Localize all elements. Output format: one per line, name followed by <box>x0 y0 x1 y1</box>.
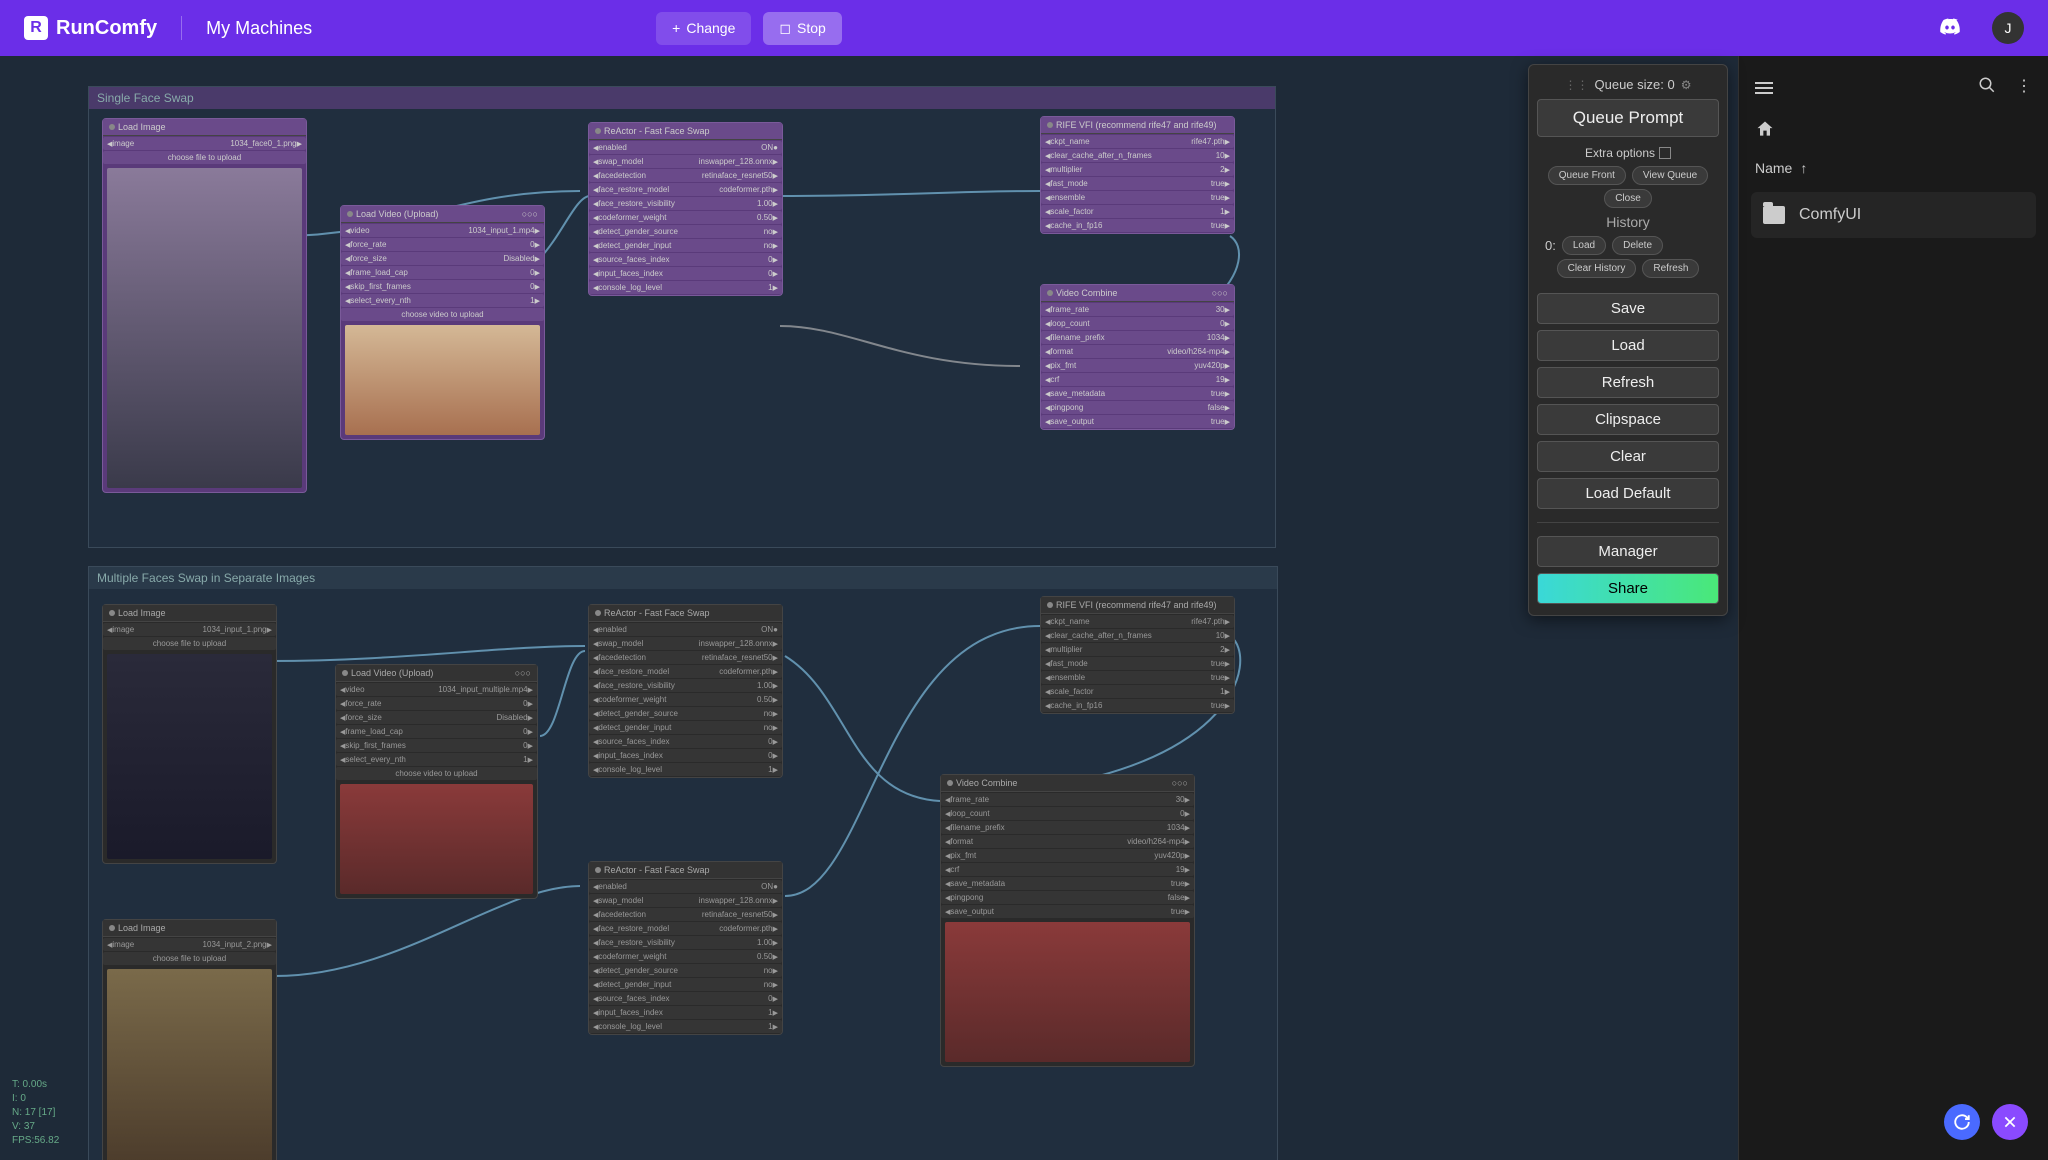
nav-my-machines[interactable]: My Machines <box>206 18 312 39</box>
folder-label: ComfyUI <box>1799 206 1861 224</box>
name-header[interactable]: Name↑ <box>1755 160 2032 176</box>
checkbox-icon[interactable] <box>1659 147 1671 159</box>
user-avatar[interactable]: J <box>1992 12 2024 44</box>
logo[interactable]: R RunComfy <box>24 16 157 40</box>
group-title: Single Face Swap <box>89 87 1275 109</box>
history-delete-button[interactable]: Delete <box>1612 236 1663 255</box>
node-load-image-2[interactable]: Load Image ◀image1034_input_1.png▶ choos… <box>102 604 277 864</box>
refresh-button[interactable]: Refresh <box>1537 367 1719 398</box>
menu-icon[interactable] <box>1755 82 1773 94</box>
plus-icon: + <box>672 20 680 36</box>
stop-icon: ◻ <box>779 20 791 37</box>
node-rife-2[interactable]: RIFE VFI (recommend rife47 and rife49) ◀… <box>1040 596 1235 714</box>
folder-item-comfyui[interactable]: ComfyUI <box>1751 192 2036 238</box>
node-canvas[interactable]: Single Face Swap Load Image ◀image1034_f… <box>0 56 1738 1160</box>
history-index: 0: <box>1545 238 1556 253</box>
sync-button[interactable] <box>1944 1104 1980 1140</box>
divider <box>181 16 182 40</box>
history-label: History <box>1537 214 1719 230</box>
node-load-image-3[interactable]: Load Image ◀image1034_input_2.png▶ choos… <box>102 919 277 1160</box>
node-video-combine-2[interactable]: Video Combine○○○ ◀frame_rate30▶ ◀loop_co… <box>940 774 1195 1067</box>
brand-name: RunComfy <box>56 17 157 40</box>
discord-icon[interactable] <box>1936 16 1964 40</box>
queue-front-button[interactable]: Queue Front <box>1548 166 1626 185</box>
node-video-combine-1[interactable]: Video Combine○○○ ◀frame_rate30▶ ◀loop_co… <box>1040 284 1235 430</box>
clipspace-button[interactable]: Clipspace <box>1537 404 1719 435</box>
change-button[interactable]: +Change <box>656 12 751 45</box>
group-title: Multiple Faces Swap in Separate Images <box>89 567 1277 589</box>
top-bar: R RunComfy My Machines +Change ◻Stop J <box>0 0 2048 56</box>
clear-history-button[interactable]: Clear History <box>1557 259 1637 278</box>
history-load-button[interactable]: Load <box>1562 236 1606 255</box>
control-panel[interactable]: ⋮⋮ Queue size: 0 ⚙ Queue Prompt Extra op… <box>1528 64 1728 616</box>
view-queue-button[interactable]: View Queue <box>1632 166 1708 185</box>
file-sidebar: ⋮ Name↑ ComfyUI <box>1738 56 2048 1160</box>
queue-prompt-button[interactable]: Queue Prompt <box>1537 99 1719 137</box>
load-button[interactable]: Load <box>1537 330 1719 361</box>
close-button[interactable]: Close <box>1604 189 1652 208</box>
logo-icon: R <box>24 16 48 40</box>
more-icon[interactable]: ⋮ <box>2016 76 2032 99</box>
home-icon[interactable] <box>1755 119 2032 144</box>
close-fab-button[interactable] <box>1992 1104 2028 1140</box>
node-reactor-2[interactable]: ReActor - Fast Face Swap ◀enabledON● ◀sw… <box>588 604 783 778</box>
manager-button[interactable]: Manager <box>1537 536 1719 567</box>
search-icon[interactable] <box>1978 76 1996 99</box>
node-reactor-1[interactable]: ReActor - Fast Face Swap ◀enabledON● ◀sw… <box>588 122 783 296</box>
save-button[interactable]: Save <box>1537 293 1719 324</box>
node-load-video-1[interactable]: Load Video (Upload)○○○ ◀video1034_input_… <box>340 205 545 440</box>
canvas-stats: T: 0.00s I: 0 N: 17 [17] V: 37 FPS:56.82 <box>12 1078 59 1148</box>
folder-icon <box>1763 206 1785 224</box>
node-reactor-3[interactable]: ReActor - Fast Face Swap ◀enabledON● ◀sw… <box>588 861 783 1035</box>
load-default-button[interactable]: Load Default <box>1537 478 1719 509</box>
sort-up-icon: ↑ <box>1800 160 1807 176</box>
clear-button[interactable]: Clear <box>1537 441 1719 472</box>
node-load-image-1[interactable]: Load Image ◀image1034_face0_1.png▶ choos… <box>102 118 307 493</box>
stop-button[interactable]: ◻Stop <box>763 12 841 45</box>
refresh-history-button[interactable]: Refresh <box>1642 259 1699 278</box>
node-load-video-2[interactable]: Load Video (Upload)○○○ ◀video1034_input_… <box>335 664 538 899</box>
queue-size-label: Queue size: 0 <box>1595 77 1675 92</box>
gear-icon[interactable]: ⚙ <box>1681 78 1692 92</box>
share-button[interactable]: Share <box>1537 573 1719 604</box>
drag-handle-icon[interactable]: ⋮⋮ <box>1565 78 1589 92</box>
node-rife-1[interactable]: RIFE VFI (recommend rife47 and rife49) ◀… <box>1040 116 1235 234</box>
extra-options-toggle[interactable]: Extra options <box>1537 146 1719 160</box>
